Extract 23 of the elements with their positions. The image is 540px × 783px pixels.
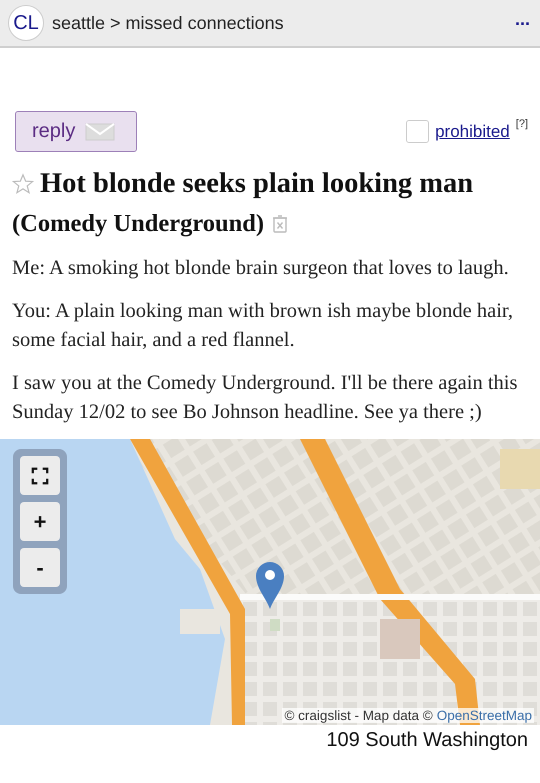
zoom-out-button[interactable]: -	[20, 548, 60, 587]
menu-button[interactable]: ...	[514, 8, 530, 38]
envelope-icon	[85, 122, 116, 142]
hide-trash-icon[interactable]	[272, 215, 288, 233]
post-paragraph: I saw you at the Comedy Underground. I'll be there again this Sunday 12/02 to see Bo Johnson headline. See ya there ;)	[12, 371, 518, 425]
fullscreen-button[interactable]	[20, 456, 60, 495]
prohibited-link[interactable]: prohibited	[435, 122, 510, 142]
post-paragraph: You: A plain looking man with brown ish maybe blonde hair, some facial hair, and a red flannel.	[12, 299, 514, 353]
post-title: Hot blonde seeks plain looking man	[40, 168, 474, 200]
openstreetmap-link[interactable]: OpenStreetMap	[436, 708, 532, 723]
breadcrumb-link[interactable]: seattle > missed connections	[52, 12, 284, 34]
map-pin-icon[interactable]	[254, 560, 286, 610]
fullscreen-icon	[31, 466, 49, 484]
home-logo[interactable]: CL	[8, 5, 44, 41]
attribution-text: © craigslist - Map data ©	[284, 708, 433, 723]
flag-checkbox[interactable]	[406, 120, 430, 143]
post-location: (Comedy Underground)	[12, 210, 264, 238]
zoom-in-button[interactable]: +	[20, 502, 60, 541]
post-paragraph: Me: A smoking hot blonde brain surgeon that loves to laugh.	[12, 256, 510, 281]
help-link[interactable]: [?]	[516, 118, 528, 130]
favorite-star-icon[interactable]	[12, 173, 34, 195]
reply-button[interactable]: reply	[15, 111, 137, 152]
address-text: 109 South Washington	[325, 728, 529, 752]
